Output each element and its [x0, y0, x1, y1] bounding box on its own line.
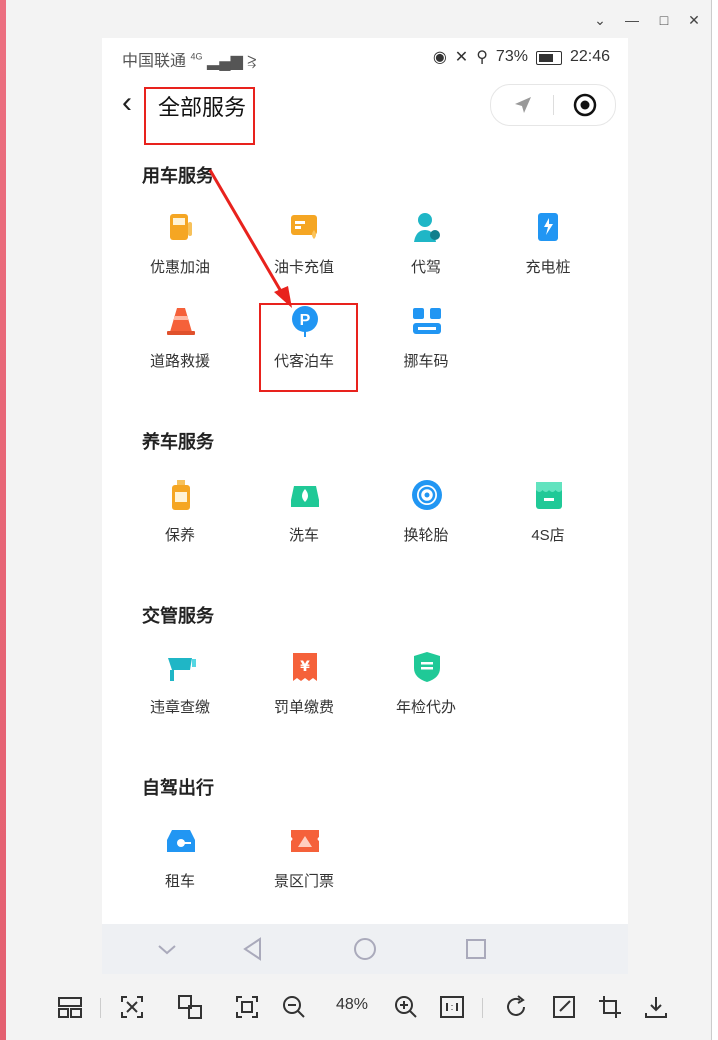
- annotation-arrow-icon: [208, 169, 292, 308]
- section-title-self-drive: 自驾出行: [142, 778, 214, 798]
- translate-icon[interactable]: [176, 993, 204, 1021]
- service-label: 保养: [164, 527, 195, 544]
- zoom-level: 48%: [336, 996, 369, 1013]
- service-item-maintenance[interactable]: 保养: [120, 478, 240, 558]
- download-icon[interactable]: [642, 993, 670, 1021]
- viewer-toolbar: 48%: [6, 976, 717, 1040]
- service-item-tire-change[interactable]: 换轮胎: [366, 478, 486, 558]
- nav-recents-icon[interactable]: [463, 936, 489, 962]
- service-item-violation-query[interactable]: 违章查缴: [120, 650, 240, 730]
- edit-icon[interactable]: [550, 993, 578, 1021]
- service-item-annual-inspection[interactable]: 年检代办: [366, 650, 486, 730]
- crop-icon[interactable]: [596, 993, 624, 1021]
- scenic-ticket-icon: [291, 830, 319, 852]
- service-label: 年检代办: [395, 699, 456, 716]
- section-title-traffic: 交管服务: [142, 606, 214, 626]
- viewer-window: ⌄ — □ ✕ 中国联通 4G ▂▄▆ ⥸ ◉ ✕ ⚲ 73% 22:46 ‹ …: [6, 0, 717, 1040]
- service-item-4s-store[interactable]: 4S店: [488, 478, 608, 558]
- nav-back-icon[interactable]: [240, 936, 266, 962]
- nav-home-icon[interactable]: [352, 936, 378, 962]
- fit-screen-icon[interactable]: [233, 993, 261, 1021]
- text-extract-icon[interactable]: [118, 993, 146, 1021]
- chevron-down-icon[interactable]: [154, 936, 180, 962]
- service-label: 4S店: [531, 527, 565, 544]
- ticket-yuan-icon: ¥: [293, 653, 317, 681]
- store-icon: [536, 482, 562, 509]
- service-label: 违章查缴: [149, 699, 210, 716]
- zoom-out-icon[interactable]: [280, 993, 308, 1021]
- service-label: 景区门票: [273, 873, 334, 890]
- service-label: 换轮胎: [403, 527, 449, 544]
- maximize-icon[interactable]: □: [656, 12, 672, 28]
- chevron-down-icon[interactable]: ⌄: [592, 12, 608, 28]
- service-label: 租车: [164, 873, 195, 890]
- tire-icon: [412, 480, 442, 510]
- svg-text:¥: ¥: [300, 659, 310, 675]
- layout-icon[interactable]: [56, 993, 84, 1021]
- service-item-scenic-tickets[interactable]: 景区门票: [244, 824, 364, 904]
- zoom-in-icon[interactable]: [392, 993, 420, 1021]
- service-item-ticket-payment[interactable]: ¥ 罚单缴费: [244, 650, 364, 730]
- title-bar: ⌄ — □ ✕: [6, 0, 711, 38]
- service-item-car-wash[interactable]: 洗车: [244, 478, 364, 558]
- service-label: 洗车: [288, 527, 319, 544]
- android-nav-bar: [102, 924, 628, 974]
- oil-bottle-icon: [172, 480, 190, 510]
- close-icon[interactable]: ✕: [686, 12, 702, 28]
- rental-car-icon: [167, 830, 195, 852]
- minimize-icon[interactable]: —: [624, 12, 640, 28]
- camera-icon: [168, 658, 196, 681]
- background-window-edge: [711, 0, 718, 1040]
- service-label: 罚单缴费: [273, 699, 334, 716]
- service-item-car-rental[interactable]: 租车: [120, 824, 240, 904]
- rotate-icon[interactable]: [502, 993, 530, 1021]
- phone-screenshot: 中国联通 4G ▂▄▆ ⥸ ◉ ✕ ⚲ 73% 22:46 ‹ 全部服务 用车服…: [102, 38, 628, 974]
- actual-size-icon[interactable]: [438, 993, 466, 1021]
- car-wash-icon: [291, 486, 319, 507]
- inspection-icon: [414, 652, 440, 682]
